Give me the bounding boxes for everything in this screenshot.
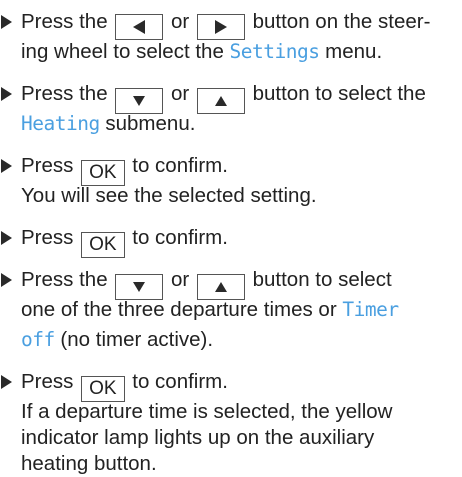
- step-result-text: heating button.: [21, 452, 157, 475]
- step-text: Press the: [21, 268, 114, 291]
- down-arrow-icon: [133, 96, 146, 106]
- step-text: Press the: [21, 82, 114, 105]
- heating-menu-label: Heating: [21, 112, 100, 135]
- step-1-line-2: ing wheel to select the Settings menu.: [0, 39, 462, 65]
- down-arrow-icon: [133, 282, 146, 292]
- step-5-line-3: off (no timer active).: [0, 327, 462, 353]
- step-result-text: indicator lamp lights up on the auxiliar…: [21, 426, 375, 449]
- step-text: to confirm.: [126, 226, 228, 249]
- step-text: (no timer active).: [54, 328, 214, 351]
- bullet-arrow-icon: [1, 375, 12, 389]
- step-text: submenu.: [99, 112, 196, 135]
- left-arrow-icon: [133, 20, 146, 34]
- step-3-line-2: You will see the selected setting.: [0, 183, 462, 209]
- bullet-arrow-icon: [1, 87, 12, 101]
- step-3-line-1: Press OK to confirm.: [0, 153, 462, 186]
- step-text: or: [165, 82, 195, 105]
- step-result-text: You will see the selected setting.: [21, 184, 317, 207]
- step-5-line-2: one of the three departure times or Time…: [0, 297, 462, 323]
- bullet-arrow-icon: [1, 273, 12, 287]
- right-arrow-icon: [214, 20, 227, 34]
- bullet-arrow-icon: [1, 15, 12, 29]
- step-4-line-1: Press OK to confirm.: [0, 225, 462, 258]
- bullet-arrow-icon: [1, 231, 12, 245]
- step-text: Press: [21, 226, 80, 249]
- up-arrow-icon: [214, 282, 227, 292]
- step-text: Press the: [21, 10, 114, 33]
- up-arrow-icon: [214, 96, 227, 106]
- step-text: ing wheel to select the: [21, 40, 230, 63]
- step-5-line-1: Press the or button to select: [0, 267, 462, 300]
- instruction-page: Press the or button on the steer- ing wh…: [0, 0, 462, 475]
- step-result-text: If a departure time is selected, the yel…: [21, 400, 393, 423]
- step-text: Press: [21, 370, 80, 393]
- step-text: or: [165, 268, 195, 291]
- timer-off-label: Timer: [342, 298, 399, 321]
- step-text: to confirm.: [126, 154, 228, 177]
- step-6-line-4: heating button.: [0, 451, 462, 477]
- step-1-line-1: Press the or button on the steer-: [0, 9, 462, 40]
- ok-button[interactable]: OK: [81, 231, 125, 258]
- step-6-line-3: indicator lamp lights up on the auxiliar…: [0, 425, 462, 451]
- step-text: Press: [21, 154, 80, 177]
- left-arrow-button[interactable]: [115, 14, 164, 40]
- settings-menu-label: Settings: [229, 40, 320, 63]
- timer-off-label: off: [21, 328, 55, 351]
- ok-button[interactable]: OK: [81, 159, 125, 186]
- right-arrow-button[interactable]: [196, 14, 245, 40]
- step-text: or: [165, 10, 195, 33]
- ok-button[interactable]: OK: [81, 375, 125, 402]
- step-text: button on the steer-: [246, 10, 431, 33]
- step-6-line-1: Press OK to confirm.: [0, 369, 462, 402]
- step-2-line-2: Heating submenu.: [0, 111, 462, 137]
- step-text: to confirm.: [126, 370, 228, 393]
- step-text: button to select: [246, 268, 392, 291]
- step-text: one of the three departure times or: [21, 298, 343, 321]
- step-6-line-2: If a departure time is selected, the yel…: [0, 399, 462, 425]
- step-text: menu.: [319, 40, 383, 63]
- bullet-arrow-icon: [1, 159, 12, 173]
- step-2-line-1: Press the or button to select the: [0, 81, 462, 114]
- step-text: button to select the: [246, 82, 426, 105]
